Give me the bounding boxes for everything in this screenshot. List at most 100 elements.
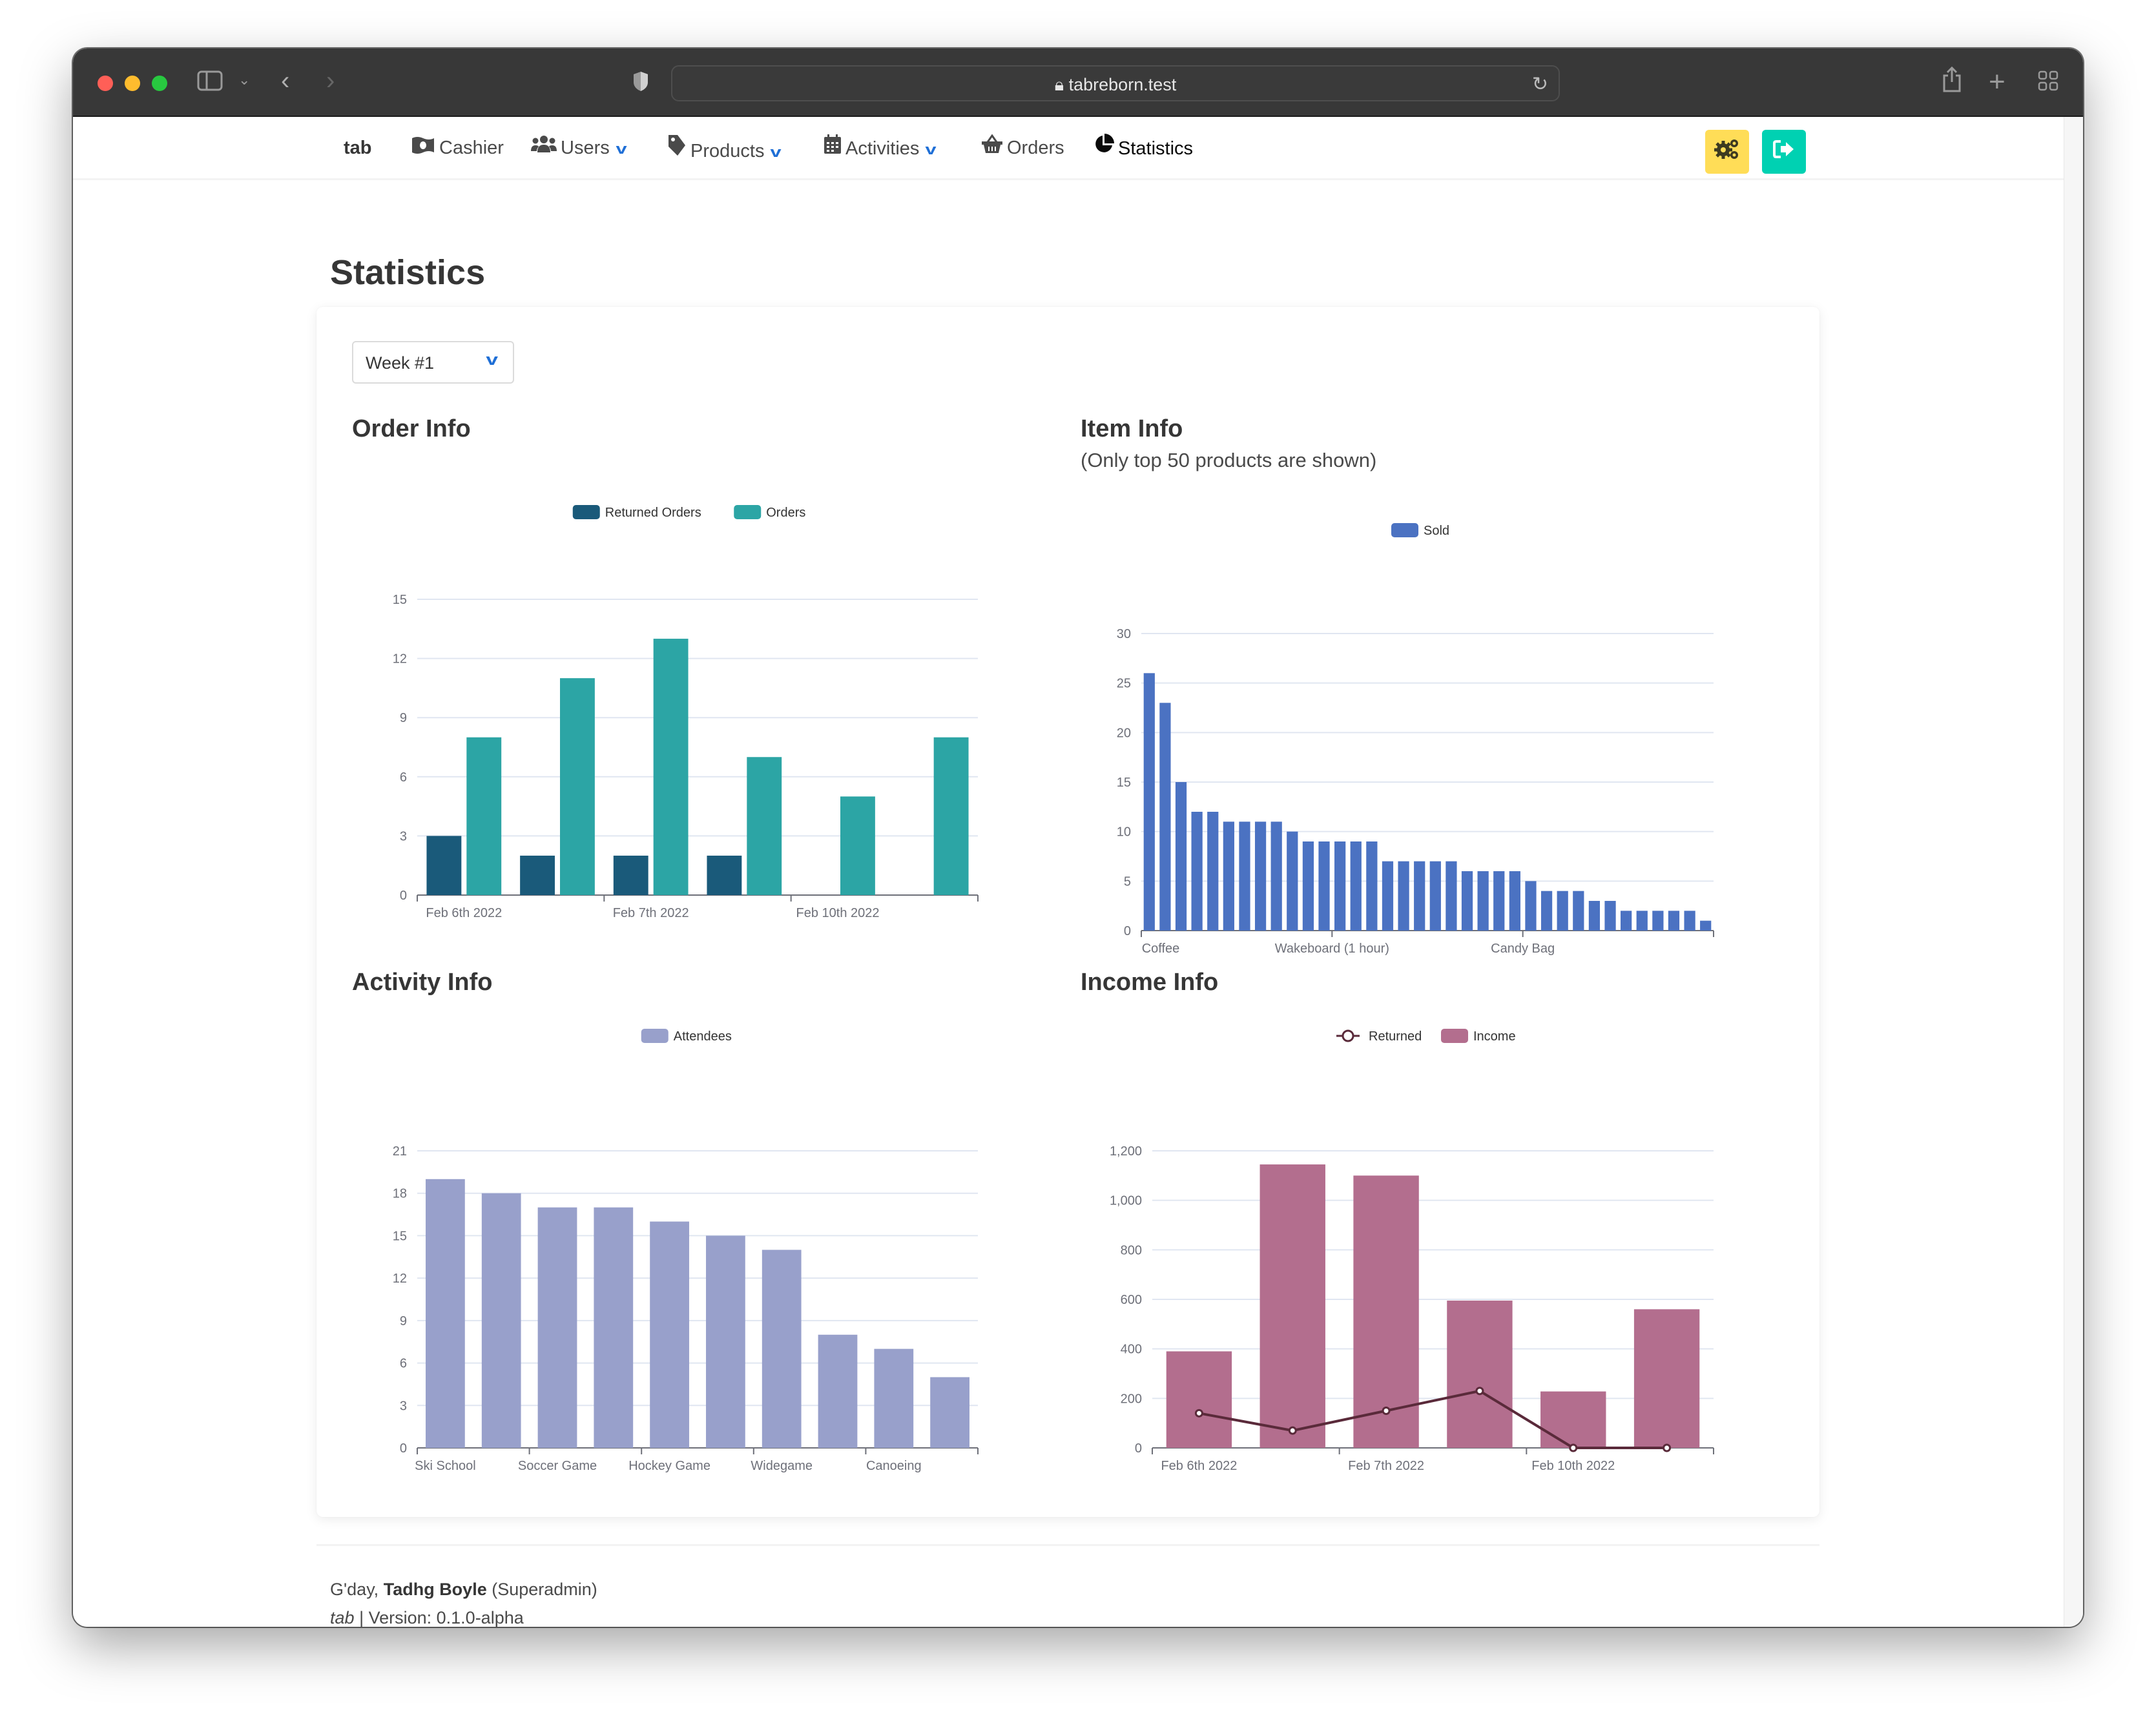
- bar-attendees: [426, 1179, 465, 1448]
- activity-info-chart: Attendees 0 3 6 9 12 15 18 21 Ski School Soccer Ga…: [393, 1029, 979, 1473]
- y-tick-label: 10: [1117, 825, 1131, 840]
- x-tick-label: Ski School: [415, 1459, 476, 1473]
- y-tick-label: 800: [1121, 1243, 1142, 1257]
- legend-swatch: [1391, 523, 1418, 537]
- x-tick-label: Widegame: [751, 1459, 813, 1473]
- y-tick-label: 0: [1135, 1441, 1142, 1456]
- income-info-chart: Returned Income 0 200 400 600 800 1,000 1,200 Feb…: [1110, 1029, 1714, 1473]
- nav-label: Products: [690, 141, 765, 161]
- bar-income: [1259, 1164, 1325, 1448]
- legend-label: Orders: [766, 506, 805, 520]
- legend-swatch: [641, 1029, 669, 1043]
- tab-overview-icon[interactable]: [2038, 70, 2058, 95]
- legend-label: Returned: [1369, 1029, 1422, 1044]
- nav-item-products[interactable]: Products v: [667, 134, 782, 162]
- new-tab-icon[interactable]: +: [1989, 68, 2006, 96]
- bar-income: [1633, 1309, 1700, 1448]
- reload-icon[interactable]: ↻: [1532, 73, 1548, 96]
- x-tick-label: Wakeboard (1 hour): [1275, 942, 1389, 956]
- order-info-heading: Order Info: [352, 415, 471, 442]
- bar-returned-orders: [613, 855, 648, 895]
- y-tick-label: 400: [1121, 1343, 1142, 1357]
- y-tick-label: 1,000: [1110, 1194, 1142, 1208]
- version: | Version: 0.1.0-alpha: [359, 1608, 524, 1627]
- settings-button[interactable]: [1705, 130, 1749, 174]
- legend-label: Attendees: [674, 1029, 732, 1044]
- money-icon: [411, 134, 435, 162]
- x-tick-label: Coffee: [1142, 942, 1180, 956]
- bar-sold: [1270, 821, 1282, 931]
- statistics-card: Week #1 v Order Info Item Info (Only top…: [316, 307, 1819, 1517]
- x-tick-label: Feb 10th 2022: [796, 906, 880, 920]
- url-text: tabreborn.test: [1068, 75, 1177, 94]
- bar-sold: [1143, 673, 1155, 931]
- y-tick-label: 20: [1117, 726, 1131, 740]
- bar-sold: [1350, 841, 1362, 931]
- scrollbar[interactable]: [2064, 117, 2083, 1627]
- y-tick-label: 5: [1124, 874, 1131, 889]
- bar-sold: [1604, 901, 1616, 931]
- bar-attendees: [537, 1207, 577, 1448]
- logout-button[interactable]: [1762, 130, 1806, 174]
- bar-returned-orders: [707, 855, 742, 895]
- minimize-window-button[interactable]: [125, 76, 140, 91]
- nav-item-cashier[interactable]: Cashier: [411, 134, 504, 162]
- y-tick-label: 12: [393, 1272, 407, 1286]
- chevron-down-icon: v: [925, 141, 937, 158]
- bar-sold: [1446, 861, 1457, 931]
- y-tick-label: 600: [1121, 1293, 1142, 1307]
- bar-sold: [1191, 812, 1203, 931]
- bar-orders: [653, 639, 689, 895]
- y-tick-label: 15: [393, 1229, 407, 1243]
- bar-orders: [466, 737, 502, 895]
- shield-icon[interactable]: [632, 70, 649, 96]
- nav-item-users[interactable]: Users v: [531, 134, 627, 162]
- nav-item-activities[interactable]: Activities v: [824, 134, 937, 162]
- footer: G'day, Tadhg Boyle (Superadmin) tab | Ve…: [330, 1575, 597, 1627]
- close-window-button[interactable]: [98, 76, 113, 91]
- sidebar-icon[interactable]: [197, 70, 223, 95]
- bar-income: [1447, 1300, 1513, 1448]
- bar-sold: [1318, 841, 1330, 931]
- nav-label: Orders: [1007, 138, 1064, 158]
- footer-divider: [316, 1544, 1819, 1546]
- bar-sold: [1636, 911, 1648, 931]
- address-bar[interactable]: 🔒︎ tabreborn.test ↻: [671, 65, 1560, 101]
- bar-attendees: [930, 1377, 969, 1448]
- y-tick-label: 1,200: [1110, 1144, 1142, 1159]
- bar-sold: [1334, 841, 1346, 931]
- zoom-window-button[interactable]: [152, 76, 167, 91]
- share-icon[interactable]: [1942, 66, 1962, 96]
- lock-icon: 🔒︎: [1054, 75, 1069, 94]
- legend-swatch: [1441, 1029, 1468, 1043]
- chevron-down-icon[interactable]: ⌄: [238, 73, 250, 87]
- bar-sold: [1621, 911, 1632, 931]
- forward-icon[interactable]: ›: [326, 68, 335, 94]
- y-tick-label: 21: [393, 1144, 407, 1159]
- bar-sold: [1573, 891, 1584, 931]
- bar-sold: [1493, 871, 1505, 931]
- line-point: [1475, 1387, 1484, 1396]
- y-tick-label: 0: [400, 1441, 407, 1456]
- brand-link[interactable]: tab: [344, 134, 372, 162]
- item-info-heading: Item Info: [1081, 415, 1183, 442]
- line-point: [1382, 1407, 1391, 1415]
- bar-sold: [1668, 911, 1680, 931]
- y-tick-label: 3: [400, 829, 407, 843]
- back-icon[interactable]: ‹: [281, 68, 289, 94]
- bar-sold: [1287, 831, 1298, 931]
- bar-attendees: [818, 1334, 858, 1448]
- nav-label: Users: [561, 138, 610, 158]
- item-info-chart: Sold 0 5 10 15 20 25 30 Coffee Wakeboard (1 hour)…: [1117, 523, 1714, 956]
- y-tick-label: 6: [400, 770, 407, 785]
- nav-item-orders[interactable]: Orders: [981, 134, 1064, 162]
- x-tick-label: Feb 7th 2022: [613, 906, 689, 920]
- nav-item-statistics[interactable]: Statistics: [1094, 134, 1193, 162]
- line-point: [1288, 1426, 1297, 1435]
- user-name: Tadhg Boyle: [383, 1580, 487, 1599]
- week-select[interactable]: Week #1 v: [352, 341, 514, 384]
- bar-sold: [1207, 812, 1219, 931]
- y-tick-label: 0: [400, 889, 407, 903]
- bar-sold: [1223, 821, 1234, 931]
- x-tick-label: Feb 10th 2022: [1531, 1459, 1615, 1473]
